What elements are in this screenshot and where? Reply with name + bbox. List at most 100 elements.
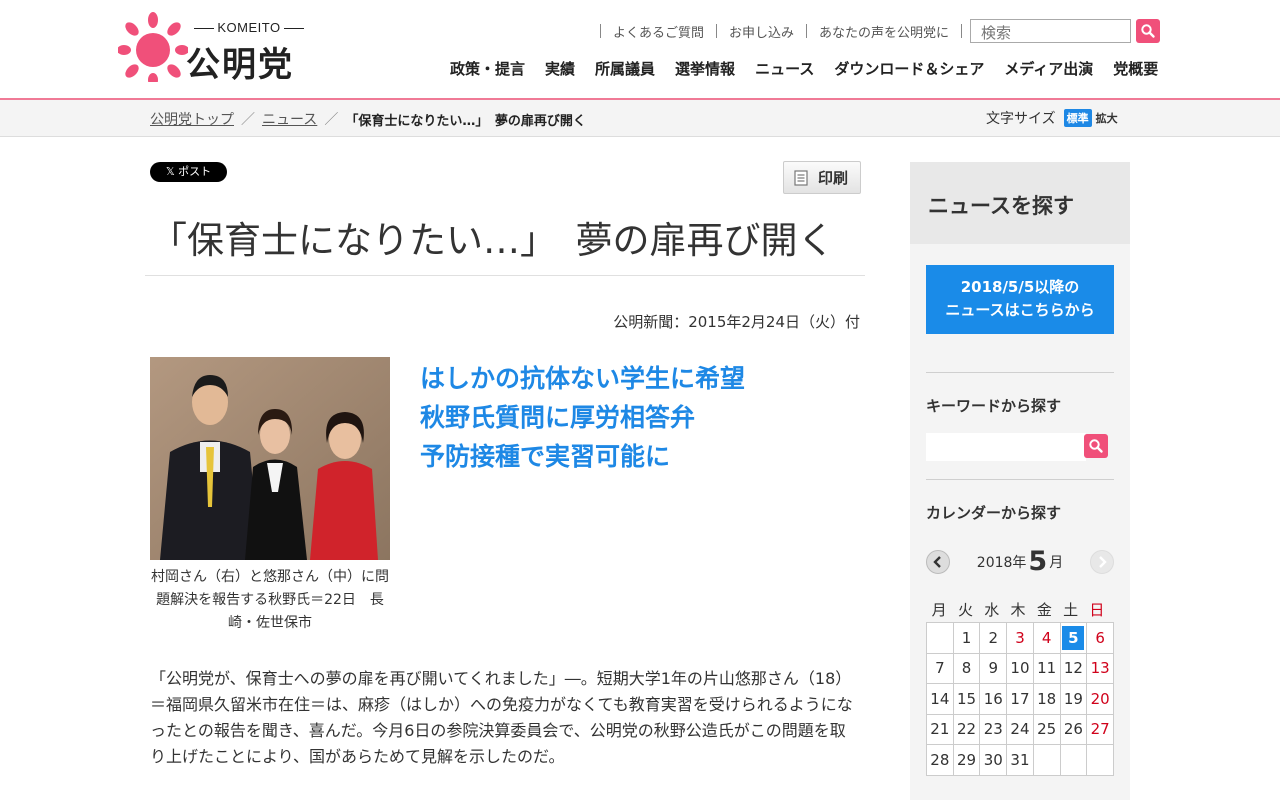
banner-line: 2018/5/5以降の: [960, 278, 1080, 296]
calendar-week-row: 21 22 23 24 25 26 27: [926, 713, 1114, 745]
calendar-week-row: 14 15 16 17 18 19 20: [926, 683, 1114, 715]
site-search-input[interactable]: 検索: [970, 19, 1131, 43]
komeito-logo[interactable]: KOMEITO 公明党: [118, 12, 318, 85]
article-body: 「公明党が、保育士への夢の扉を再び開いてくれました」―。短期大学1年の片山悠那さ…: [150, 669, 853, 766]
calendar-day[interactable]: 31: [1006, 744, 1034, 776]
calendar-day[interactable]: 30: [979, 744, 1008, 776]
calendar-day[interactable]: 27: [1086, 713, 1114, 745]
calendar-day[interactable]: 23: [979, 713, 1008, 745]
logo-party-name: 公明党: [186, 45, 294, 85]
print-button[interactable]: 印刷: [783, 161, 861, 194]
headline-line: はしかの抗体ない学生に希望: [420, 364, 746, 393]
news-archive-banner[interactable]: 2018/5/5以降の ニュースはこちらから: [926, 265, 1114, 334]
calendar-next-month-button[interactable]: [1090, 550, 1114, 574]
banner-line: ニュースはこちらから: [945, 301, 1095, 319]
site-header: KOMEITO 公明党 よくあるご質問 お申し込み あなたの声を公明党に 検索 …: [0, 0, 1280, 98]
headline-line: 秋野氏質問に厚労相答弁: [420, 403, 696, 432]
calendar-empty-cell: [1086, 744, 1114, 776]
calendar-day[interactable]: 6: [1086, 622, 1114, 654]
keyword-search-label: キーワードから探す: [926, 397, 1062, 415]
print-document-icon: [794, 169, 808, 186]
x-post-button[interactable]: 𝕏 ポスト: [150, 162, 227, 182]
calendar-day[interactable]: 29: [952, 744, 981, 776]
calendar-day[interactable]: 17: [1006, 683, 1034, 715]
nav-achievements[interactable]: 実績: [535, 58, 585, 79]
faq-link[interactable]: よくあるご質問: [613, 22, 704, 41]
breadcrumb-current: 「保育士になりたい…」 夢の扉再び開く: [345, 113, 586, 129]
calendar-search-label: カレンダーから探す: [926, 504, 1062, 522]
calendar-day[interactable]: 10: [1006, 652, 1034, 684]
calendar-day[interactable]: 5: [1059, 622, 1088, 654]
nav-media[interactable]: メディア出演: [994, 58, 1103, 79]
x-logo-icon: 𝕏: [165, 165, 179, 178]
font-size-standard-button[interactable]: 標準: [1063, 109, 1092, 127]
site-search-button[interactable]: [1136, 19, 1160, 43]
divider: [716, 24, 718, 38]
sun-logo-icon: [118, 12, 188, 82]
calendar-weekday-header: 月火水木金土日: [926, 599, 1114, 620]
divider: [926, 372, 1114, 373]
utility-links: よくあるご質問 お申し込み あなたの声を公明党に: [588, 22, 974, 41]
nav-policy[interactable]: 政策・提言: [440, 58, 535, 79]
search-icon: [1089, 439, 1103, 453]
calendar-week-row: 123456: [926, 622, 1114, 654]
calendar-day[interactable]: 20: [1086, 683, 1114, 715]
calendar-day[interactable]: 12: [1059, 652, 1088, 684]
calendar-day[interactable]: 14: [926, 683, 954, 715]
calendar-week-row: 7 8 9 10 11 12 13: [926, 652, 1114, 684]
keyword-search-input[interactable]: [926, 433, 1086, 461]
calendar-day[interactable]: 4: [1032, 622, 1061, 654]
nav-about[interactable]: 党概要: [1103, 58, 1168, 79]
calendar-day[interactable]: 11: [1032, 652, 1061, 684]
font-size-control: 文字サイズ 標準 拡大: [986, 108, 1118, 128]
calendar-grid: 1 2 3 4 5 6 7 8 9 10 11 12 13 14 15 16 17 18 19 20 21 22 23 24 2…: [926, 622, 1114, 776]
breadcrumb-home-link[interactable]: 公明党トップ: [150, 109, 234, 129]
calendar-day[interactable]: 7: [926, 652, 954, 684]
article-headline: はしかの抗体ない学生に希望 秋野氏質問に厚労相答弁 予防接種で実習可能に: [420, 359, 745, 476]
breadcrumb-news-link[interactable]: ニュース: [262, 109, 317, 129]
calendar-day[interactable]: 26: [1059, 713, 1088, 745]
article-photo: [150, 357, 390, 560]
nav-members[interactable]: 所属議員: [585, 58, 665, 79]
calendar-day[interactable]: 15: [952, 683, 981, 715]
calendar-day[interactable]: 1: [952, 622, 981, 654]
calendar-day[interactable]: 8: [952, 652, 981, 684]
apply-link[interactable]: お申し込み: [729, 22, 794, 41]
calendar-weekday: 日: [1089, 601, 1105, 619]
calendar-month-title: 2018年5 月: [960, 546, 1080, 577]
calendar-day[interactable]: 19: [1059, 683, 1088, 715]
divider: [961, 24, 963, 38]
nav-elections[interactable]: 選挙情報: [665, 58, 745, 79]
calendar-prev-month-button[interactable]: [926, 550, 950, 574]
nav-download-share[interactable]: ダウンロード＆シェア: [824, 58, 994, 79]
calendar-weekday: 火: [957, 601, 973, 619]
breadcrumb: 公明党トップ ／ ニュース ／ 「保育士になりたい…」 夢の扉再び開く: [150, 109, 586, 129]
keyword-search-button[interactable]: [1084, 434, 1108, 458]
calendar-day[interactable]: 2: [979, 622, 1008, 654]
nav-news[interactable]: ニュース: [745, 58, 824, 79]
calendar-weekday: 木: [1010, 601, 1026, 619]
calendar-day[interactable]: 25: [1032, 713, 1061, 745]
calendar-month: 5: [1028, 546, 1048, 577]
calendar-day[interactable]: 18: [1032, 683, 1061, 715]
calendar-day[interactable]: 13: [1086, 652, 1114, 684]
calendar-day[interactable]: 22: [952, 713, 981, 745]
print-label: 印刷: [818, 169, 849, 187]
calendar-day[interactable]: 3: [1006, 622, 1034, 654]
sidebar-heading: ニュースを探す: [910, 162, 1130, 244]
divider: [600, 24, 601, 38]
calendar-empty-cell: [1032, 744, 1061, 776]
calendar-day[interactable]: 24: [1006, 713, 1034, 745]
calendar-day[interactable]: 21: [926, 713, 954, 745]
calendar-weekday: 水: [984, 601, 1000, 619]
calendar-day[interactable]: 9: [979, 652, 1008, 684]
title-divider: [145, 275, 865, 276]
divider: [806, 24, 808, 38]
calendar-week-row: 28 29 30 31: [926, 744, 1114, 776]
font-size-large-button[interactable]: 拡大: [1096, 110, 1118, 126]
breadcrumb-bar: 公明党トップ ／ ニュース ／ 「保育士になりたい…」 夢の扉再び開く 文字サイ…: [0, 100, 1280, 137]
calendar-day[interactable]: 28: [926, 744, 954, 776]
calendar-empty-cell: [1059, 744, 1088, 776]
your-voice-link[interactable]: あなたの声を公明党に: [819, 22, 949, 41]
calendar-day[interactable]: 16: [979, 683, 1008, 715]
